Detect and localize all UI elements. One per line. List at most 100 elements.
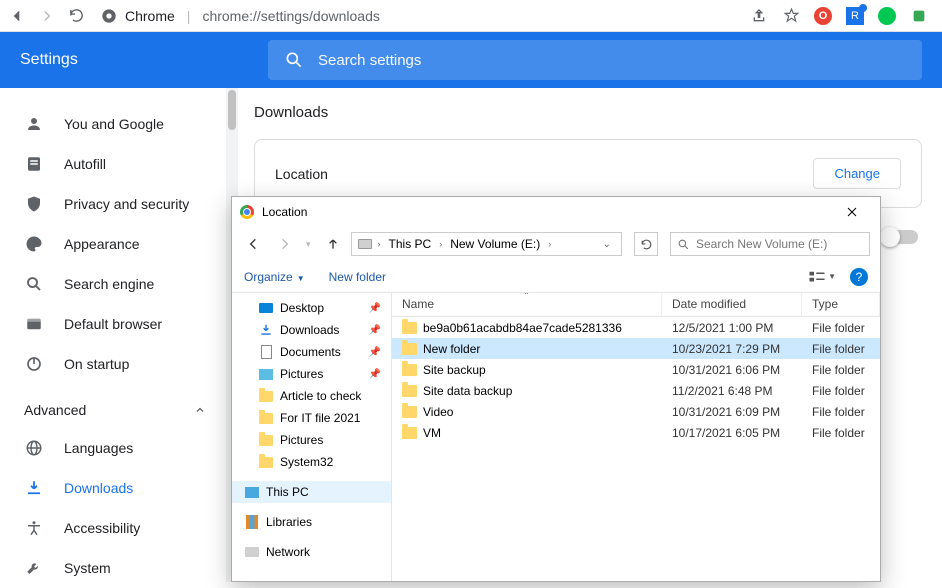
forward-button[interactable] [38, 7, 56, 25]
col-name-header[interactable]: ⌃Name [392, 293, 662, 316]
accessibility-icon [24, 519, 44, 537]
tree-item[interactable]: Pictures [232, 429, 391, 451]
refresh-button[interactable] [634, 232, 658, 256]
tree-item[interactable]: Article to check [232, 385, 391, 407]
change-button[interactable]: Change [813, 158, 901, 189]
col-type-header[interactable]: Type [802, 293, 880, 316]
share-icon[interactable] [750, 7, 768, 25]
sidebar-item-system[interactable]: System [0, 548, 214, 588]
tree-item[interactable]: Documents📌 [232, 341, 391, 363]
search-icon [284, 50, 304, 70]
tree-item[interactable]: Desktop📌 [232, 297, 391, 319]
sidebar-item-search-engine[interactable]: Search engine [0, 264, 214, 304]
sidebar-item-accessibility[interactable]: Accessibility [0, 508, 214, 548]
chevron-up-icon [194, 404, 206, 416]
desktop-icon [258, 300, 274, 316]
address-bar[interactable]: Chrome | chrome://settings/downloads [101, 8, 740, 24]
folder-icon [402, 385, 417, 397]
file-row[interactable]: Site data backup11/2/2021 6:48 PMFile fo… [392, 380, 880, 401]
star-icon[interactable] [782, 7, 800, 25]
breadcrumb-dropdown[interactable]: ⌄ [597, 239, 617, 250]
dialog-titlebar: Location [232, 197, 880, 227]
folder-icon [258, 388, 274, 404]
file-row[interactable]: Video10/31/2021 6:09 PMFile folder [392, 401, 880, 422]
file-row[interactable]: be9a0b61acabdb84ae7cade528133612/5/2021 … [392, 317, 880, 338]
new-folder-button[interactable]: New folder [329, 270, 386, 284]
addr-scheme: Chrome [125, 8, 175, 24]
close-button[interactable] [832, 198, 872, 226]
sidebar-item-appearance[interactable]: Appearance [0, 224, 214, 264]
nav-forward-button[interactable] [272, 236, 296, 252]
page-heading: Downloads [254, 104, 922, 121]
pin-icon: 📌 [369, 347, 381, 358]
folder-icon [402, 343, 417, 355]
net-icon [244, 544, 260, 560]
globe-icon [24, 439, 44, 457]
tree-item[interactable]: System32 [232, 451, 391, 473]
sidebar-item-downloads[interactable]: Downloads [0, 468, 214, 508]
sidebar-item-on-startup[interactable]: On startup [0, 344, 214, 384]
col-date-header[interactable]: Date modified [662, 293, 802, 316]
dialog-search[interactable] [670, 232, 870, 256]
pin-icon: 📌 [369, 369, 381, 380]
sidebar-item-languages[interactable]: Languages [0, 428, 214, 468]
tree-item[interactable]: Network [232, 541, 391, 563]
browser-icon [24, 315, 44, 333]
settings-search[interactable] [268, 40, 922, 80]
sidebar-advanced-toggle[interactable]: Advanced [0, 392, 226, 428]
dialog-nav: ▾ › This PC › New Volume (E:) › ⌄ [232, 227, 880, 261]
settings-search-input[interactable] [318, 52, 906, 69]
grammarly-ext-icon[interactable] [878, 7, 896, 25]
tree-item[interactable]: Downloads📌 [232, 319, 391, 341]
sidebar-item-autofill[interactable]: Autofill [0, 144, 214, 184]
toggle-switch[interactable] [882, 230, 918, 244]
doc-icon [258, 344, 274, 360]
dialog-title: Location [262, 205, 307, 219]
file-row[interactable]: Site backup10/31/2021 6:06 PMFile folder [392, 359, 880, 380]
drive-icon [356, 235, 374, 253]
folder-icon [258, 432, 274, 448]
settings-title: Settings [20, 51, 268, 69]
pic-icon [258, 366, 274, 382]
tree-item[interactable]: For IT file 2021 [232, 407, 391, 429]
palette-icon [24, 235, 44, 253]
file-row[interactable]: VM10/17/2021 6:05 PMFile folder [392, 422, 880, 443]
folder-icon [402, 364, 417, 376]
help-button[interactable]: ? [850, 268, 868, 286]
nav-recent-dropdown[interactable]: ▾ [302, 239, 315, 250]
reload-button[interactable] [68, 7, 85, 24]
opera-ext-icon[interactable]: O [814, 7, 832, 25]
sidebar-item-default-browser[interactable]: Default browser [0, 304, 214, 344]
tree-item[interactable]: Libraries [232, 511, 391, 533]
dialog-search-input[interactable] [696, 237, 863, 251]
shield-icon [24, 195, 44, 213]
tree-item[interactable]: Pictures📌 [232, 363, 391, 385]
addr-url: chrome://settings/downloads [202, 8, 379, 24]
folder-icon [402, 406, 417, 418]
extension-icon-2[interactable] [910, 7, 928, 25]
file-list-header: ⌃Name Date modified Type [392, 293, 880, 317]
breadcrumb-seg[interactable]: New Volume (E:) [446, 237, 544, 251]
sidebar-item-privacy[interactable]: Privacy and security [0, 184, 214, 224]
extension-icon[interactable]: R [846, 7, 864, 25]
file-list: ⌃Name Date modified Type be9a0b61acabdb8… [392, 293, 880, 581]
sidebar-item-you-and-google[interactable]: You and Google [0, 104, 214, 144]
view-options-button[interactable]: ▼ [808, 270, 836, 284]
tree-item[interactable]: This PC [232, 481, 391, 503]
folder-tree: Desktop📌Downloads📌Documents📌Pictures📌Art… [232, 293, 392, 581]
pin-icon: 📌 [369, 303, 381, 314]
sort-caret-icon: ⌃ [523, 293, 530, 300]
download-icon [258, 322, 274, 338]
location-label: Location [275, 166, 328, 182]
breadcrumb-bar[interactable]: › This PC › New Volume (E:) › ⌄ [351, 232, 622, 256]
nav-up-button[interactable] [321, 236, 345, 252]
nav-back-button[interactable] [242, 236, 266, 252]
breadcrumb-seg[interactable]: This PC [385, 237, 436, 251]
file-row[interactable]: New folder10/23/2021 7:29 PMFile folder [392, 338, 880, 359]
power-icon [24, 355, 44, 373]
folder-icon [402, 322, 417, 334]
pin-icon: 📌 [369, 325, 381, 336]
organize-menu[interactable]: Organize▼ [244, 270, 305, 284]
lib-icon [244, 514, 260, 530]
back-button[interactable] [8, 7, 26, 25]
